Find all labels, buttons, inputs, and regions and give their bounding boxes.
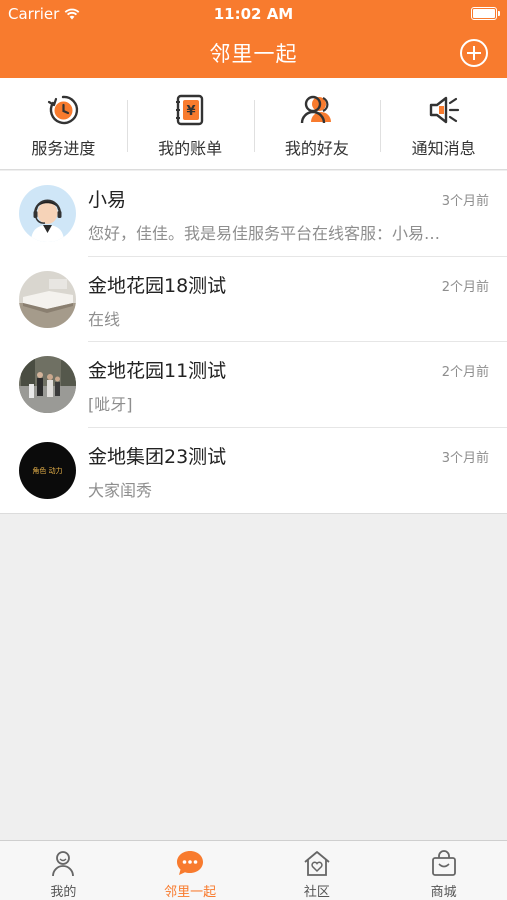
clock-progress-icon xyxy=(48,95,79,125)
quick-action-label: 我的好友 xyxy=(284,139,349,158)
conversation-name: 金地花园18测试 xyxy=(88,274,227,297)
quick-action-label: 通知消息 xyxy=(411,139,476,158)
tab-mall[interactable]: 商城 xyxy=(380,841,507,900)
conversation-row[interactable]: 金地花园11测试 2个月前 [呲牙] xyxy=(0,342,507,428)
page-title: 邻里一起 xyxy=(209,42,298,66)
house-heart-icon xyxy=(304,851,330,876)
quick-action-notifications[interactable]: 通知消息 xyxy=(380,78,507,169)
bill-yen-icon: ¥ xyxy=(176,94,204,126)
conversation-name: 金地集团23测试 xyxy=(88,445,227,468)
friends-icon xyxy=(300,95,331,124)
status-bar: Carrier 11:02 AM xyxy=(0,0,507,28)
tab-label: 我的 xyxy=(50,885,77,900)
conversation-preview: 在线 xyxy=(88,309,121,329)
photo-avatar xyxy=(19,270,76,328)
quick-action-my-bills[interactable]: ¥ 我的账单 xyxy=(126,78,254,169)
conversation-row[interactable]: 角色 动力 金地集团23测试 3个月前 大家闺秀 xyxy=(0,428,507,514)
plus-circle-icon[interactable] xyxy=(459,38,489,68)
conversation-time: 3个月前 xyxy=(441,450,489,466)
quick-action-service-progress[interactable]: 服务进度 xyxy=(0,78,127,169)
photo-avatar xyxy=(19,356,76,413)
tab-neighborhood[interactable]: 邻里一起 xyxy=(127,841,254,900)
conversation-name: 小易 xyxy=(88,189,127,211)
shopping-bag-icon xyxy=(431,850,456,876)
conversation-preview: [呲牙] xyxy=(88,395,133,414)
clock: 11:02 AM xyxy=(213,5,294,23)
tab-label: 商城 xyxy=(430,885,457,900)
customer-service-avatar xyxy=(19,185,76,242)
tab-label: 邻里一起 xyxy=(164,885,217,900)
conversation-list: 小易 3个月前 您好，佳佳。我是易佳服务平台在线客服：小易… 金地花园18测试 … xyxy=(0,171,507,514)
logo-text: 角色 动力 xyxy=(32,466,62,475)
nav-bar: 邻里一起 xyxy=(0,28,507,78)
quick-action-label: 我的账单 xyxy=(158,139,223,158)
quick-action-bar: 服务进度 ¥ 我的账单 我的好友 通知消息 xyxy=(0,78,507,170)
conversation-row[interactable]: 金地花园18测试 2个月前 在线 xyxy=(0,257,507,342)
tab-mine[interactable]: 我的 xyxy=(0,841,127,900)
tab-community[interactable]: 社区 xyxy=(254,841,381,900)
quick-action-label: 服务进度 xyxy=(31,139,96,158)
battery-icon xyxy=(471,7,500,20)
tab-bar: 我的 邻里一起 社区 商城 xyxy=(0,840,507,900)
conversation-name: 金地花园11测试 xyxy=(88,360,227,382)
conversation-time: 2个月前 xyxy=(441,365,489,380)
conversation-time: 3个月前 xyxy=(441,194,489,209)
person-icon xyxy=(52,851,75,877)
svg-text:¥: ¥ xyxy=(187,104,196,119)
chat-bubble-icon xyxy=(177,851,204,875)
conversation-time: 2个月前 xyxy=(441,279,489,295)
conversation-preview: 您好，佳佳。我是易佳服务平台在线客服：小易… xyxy=(88,224,441,243)
tab-label: 社区 xyxy=(303,885,330,900)
conversation-preview: 大家闺秀 xyxy=(88,480,153,500)
logo-avatar: 角色 动力 xyxy=(19,441,76,499)
conversation-row[interactable]: 小易 3个月前 您好，佳佳。我是易佳服务平台在线客服：小易… xyxy=(0,171,507,257)
quick-action-my-friends[interactable]: 我的好友 xyxy=(253,78,381,169)
megaphone-icon xyxy=(429,96,459,124)
